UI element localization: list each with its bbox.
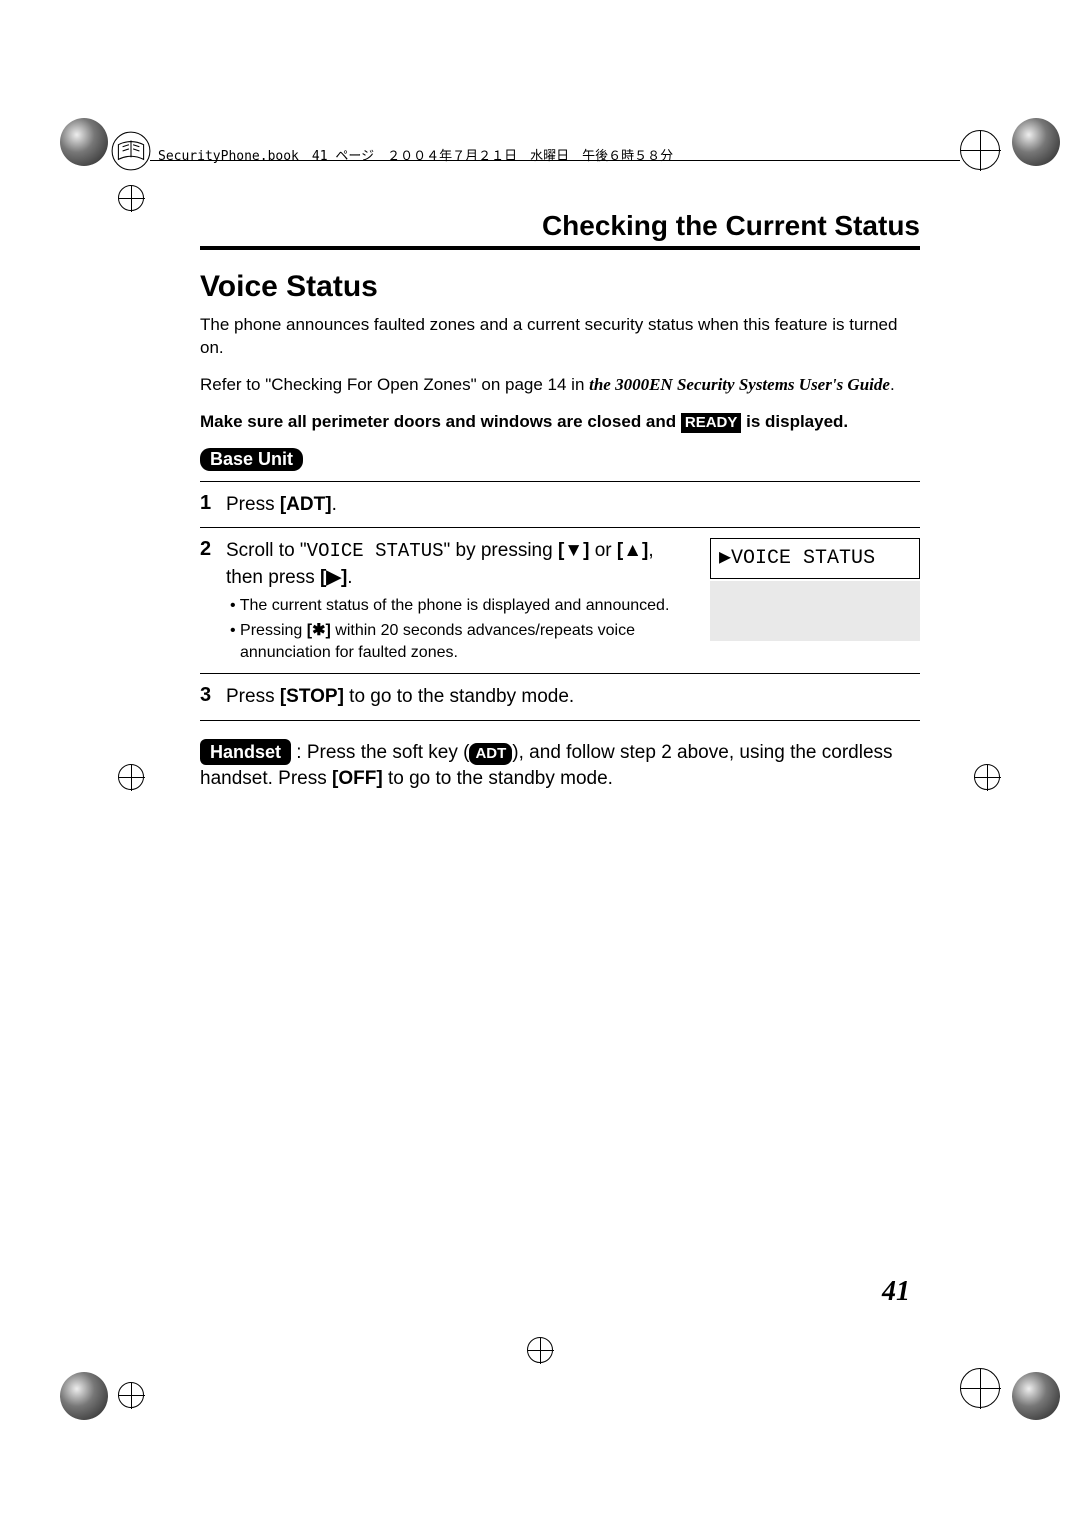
lcd-shading xyxy=(710,581,920,641)
step1-period: . xyxy=(332,494,337,515)
step2-period: . xyxy=(347,567,352,588)
step-2-body: ▶VOICE STATUS Scroll to "VOICE STATUS" b… xyxy=(226,538,920,663)
make-sure-prefix: Make sure all perimeter doors and window… xyxy=(200,412,681,431)
refer-prefix: Refer to "Checking For Open Zones" on pa… xyxy=(200,375,589,394)
base-unit-badge: Base Unit xyxy=(200,448,303,471)
section-divider-bottom xyxy=(200,720,920,721)
step1-prefix: Press xyxy=(226,494,280,515)
registration-mark-bottom-right xyxy=(960,1368,1000,1408)
right-button-label: [▶] xyxy=(320,567,347,588)
off-button-label: [OFF] xyxy=(332,768,383,789)
step2-or: or xyxy=(589,540,616,561)
registration-mark-mid-right xyxy=(974,764,1000,790)
chapter-title: Checking the Current Status xyxy=(200,210,920,250)
registration-mark-bottom-center xyxy=(527,1337,553,1363)
handset-badge: Handset xyxy=(200,739,291,765)
print-registration-ball-bottom-left xyxy=(60,1372,108,1420)
adt-button-label: [ADT] xyxy=(280,494,332,515)
intro-paragraph: The phone announces faulted zones and a … xyxy=(200,314,920,360)
step-divider-2-3 xyxy=(200,673,920,674)
refer-doc-title: the 3000EN Security Systems User's Guide xyxy=(589,375,890,394)
step-divider-1-2 xyxy=(200,527,920,528)
handset-suffix: to go to the standby mode. xyxy=(383,768,613,789)
stop-button-label: [STOP] xyxy=(280,686,344,707)
step2-b2-prefix: • Pressing xyxy=(230,622,307,639)
lcd-display-block: ▶VOICE STATUS xyxy=(710,538,920,641)
framemaker-book-icon xyxy=(110,130,152,172)
step-3-number: 3 xyxy=(200,684,226,710)
step3-prefix: Press xyxy=(226,686,280,707)
ready-indicator-label: READY xyxy=(681,413,742,433)
star-button-label: [✱] xyxy=(307,622,331,639)
handset-prefix: : Press the soft key ( xyxy=(291,742,469,763)
refer-paragraph: Refer to "Checking For Open Zones" on pa… xyxy=(200,374,920,397)
adt-softkey-label: ADT xyxy=(469,743,512,765)
step-2-row: 2 ▶VOICE STATUS Scroll to "VOICE STATUS"… xyxy=(200,538,920,663)
print-registration-ball-top-right xyxy=(1012,118,1060,166)
lcd-screen: ▶VOICE STATUS xyxy=(710,538,920,579)
print-registration-ball-bottom-right xyxy=(1012,1372,1060,1420)
refer-period: . xyxy=(890,375,895,394)
down-button-label: [▼] xyxy=(558,540,589,561)
step-2-number: 2 xyxy=(200,538,226,663)
registration-mark-top-right xyxy=(960,130,1000,170)
header-rule xyxy=(150,160,960,161)
step2-mid1: " by pressing xyxy=(444,540,558,561)
page-number: 41 xyxy=(882,1276,910,1308)
step-1-number: 1 xyxy=(200,492,226,518)
step3-suffix: to go to the standby mode. xyxy=(344,686,574,707)
registration-mark-bottom-left xyxy=(118,1382,144,1408)
up-button-label: [▲] xyxy=(617,540,648,561)
section-divider-top xyxy=(200,481,920,482)
step-1-row: 1 Press [ADT]. xyxy=(200,492,920,518)
book-header-meta: SecurityPhone.book 41 ページ ２００４年７月２１日 水曜日… xyxy=(158,145,673,164)
step-1-body: Press [ADT]. xyxy=(226,492,920,518)
handset-paragraph: Handset : Press the soft key (ADT), and … xyxy=(200,739,920,791)
section-title: Voice Status xyxy=(200,270,920,304)
registration-mark-mid-left xyxy=(118,764,144,790)
step-3-body: Press [STOP] to go to the standby mode. xyxy=(226,684,920,710)
step-3-row: 3 Press [STOP] to go to the standby mode… xyxy=(200,684,920,710)
registration-mark-top-left xyxy=(118,185,144,211)
step2-menu-item: VOICE STATUS xyxy=(307,540,444,562)
make-sure-paragraph: Make sure all perimeter doors and window… xyxy=(200,411,920,434)
page-content: Checking the Current Status Voice Status… xyxy=(200,210,920,805)
print-registration-ball-top-left xyxy=(60,118,108,166)
step2-prefix: Scroll to " xyxy=(226,540,307,561)
make-sure-suffix: is displayed. xyxy=(741,412,848,431)
